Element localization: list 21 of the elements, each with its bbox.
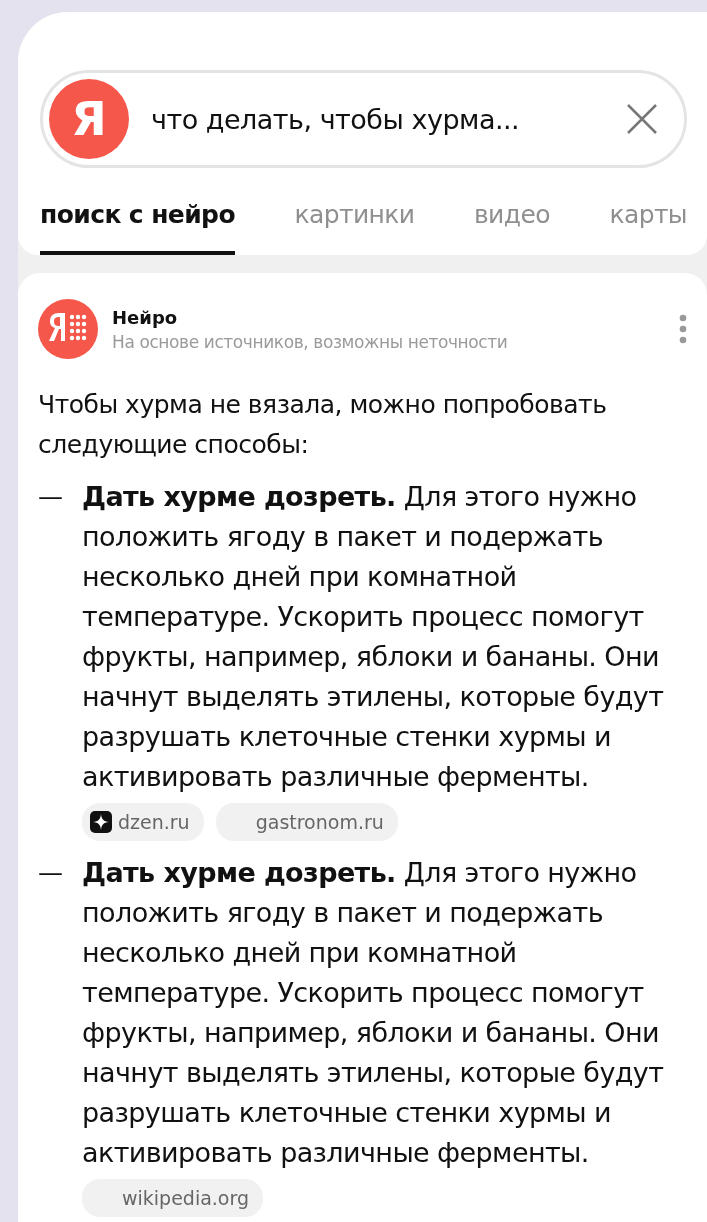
answer-paragraph: Дать хурме дозреть. Для этого нужно положить ягоду в пакет и подержать несколько дней при комнатной температуре. Ускорить процесс помогут фрукты, например, яблоки и бананы. Они начнут выделять этилены, которые будут разрушать клеточные стенки хурмы и активировать различные ферменты. xyxy=(82,480,665,794)
search-field[interactable]: Я что делать, чтобы хурма... xyxy=(40,70,687,168)
list-marker: — xyxy=(38,481,64,513)
answer-paragraph: Дать хурме дозреть. Для этого нужно положить ягоду в пакет и подержать несколько дней при комнатной температуре. Ускорить процесс помогут фрукты, например, яблоки и бананы. Они начнут выделять этилены, которые будут разрушать клеточные стенки хурмы и активировать различные ферменты. xyxy=(82,856,665,1170)
logo[interactable]: Я xyxy=(49,79,129,159)
tab[interactable]: видео xyxy=(473,194,550,255)
source-chip[interactable]: wikipedia.org xyxy=(82,1179,264,1217)
source-name: Нейро xyxy=(112,306,179,328)
sparkle-icon xyxy=(90,811,112,833)
tab[interactable]: карты xyxy=(609,194,687,255)
neuro-logo-icon xyxy=(38,299,98,359)
source-chip[interactable]: dzen.ru xyxy=(82,803,204,841)
list-marker: — xyxy=(38,857,64,889)
disclaimer: На основе источников, возможны неточности xyxy=(112,331,509,352)
tab[interactable]: поиск с нейро xyxy=(40,194,235,255)
more-icon[interactable] xyxy=(679,314,687,344)
search-query: что делать, чтобы хурма... xyxy=(151,103,521,135)
close-icon[interactable] xyxy=(626,103,658,135)
source-chip[interactable]: gastronom.ru xyxy=(215,803,398,841)
tab[interactable]: картинки xyxy=(294,194,415,255)
answer-intro: Чтобы хурма не вязала, можно попробовать следующие способы: xyxy=(38,389,608,461)
